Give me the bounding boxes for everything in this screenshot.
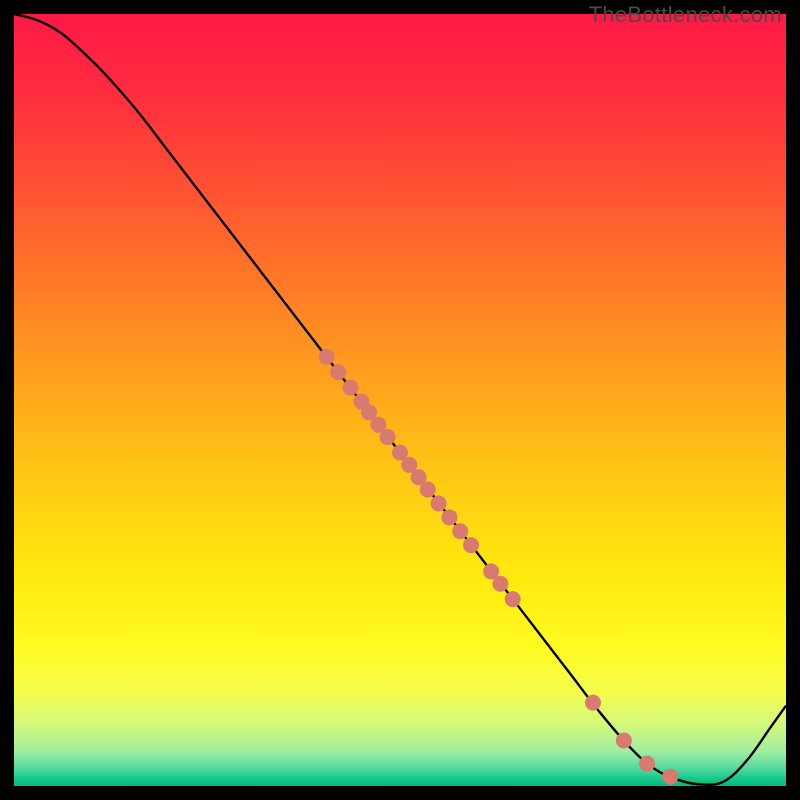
data-point: [639, 756, 655, 772]
data-point: [343, 380, 359, 396]
data-point: [585, 695, 601, 711]
data-point: [662, 769, 678, 785]
data-point: [505, 591, 521, 607]
data-point: [319, 349, 335, 365]
data-point: [463, 537, 479, 553]
data-point: [420, 482, 436, 498]
data-point: [431, 495, 447, 511]
chart-stage: TheBottleneck.com: [0, 0, 800, 800]
chart-svg: [14, 14, 786, 786]
data-point: [452, 523, 468, 539]
plot-area: [14, 14, 786, 786]
data-point: [616, 732, 632, 748]
data-point: [380, 429, 396, 445]
data-point: [441, 509, 457, 525]
gradient-background: [14, 14, 786, 786]
data-point: [492, 576, 508, 592]
data-point: [330, 364, 346, 380]
watermark-credit: TheBottleneck.com: [589, 2, 782, 28]
